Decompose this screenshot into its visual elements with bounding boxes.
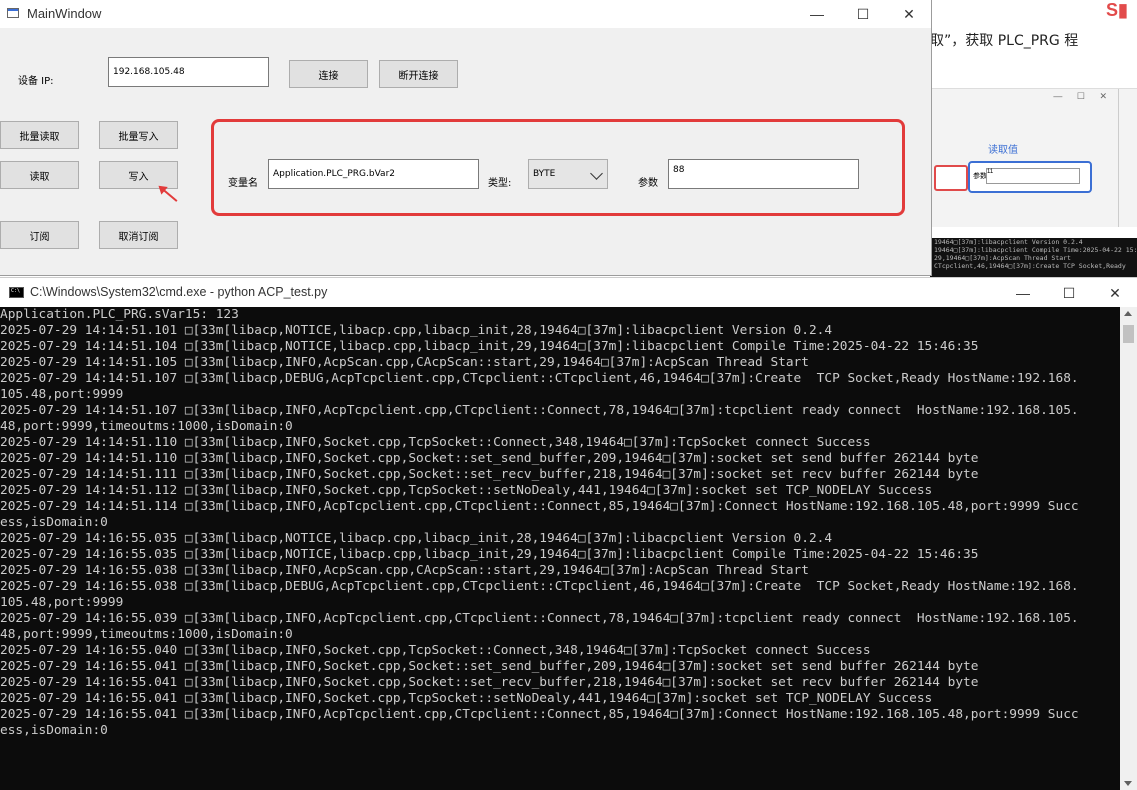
console-line: 2025-07-29 14:14:51.107 □[33m[libacp,DEB… — [0, 371, 1079, 386]
read-button[interactable]: 读取 — [0, 161, 79, 189]
console-titlebar[interactable]: C:\Windows\System32\cmd.exe - python ACP… — [0, 277, 1137, 307]
minimize-icon[interactable]: — — [794, 0, 840, 28]
maximize-icon[interactable]: ☐ — [840, 0, 886, 28]
thumb-blue-box: 参数 11 — [968, 161, 1092, 193]
console-line: ess,isDomain:0 — [0, 723, 108, 738]
background-screenshot-thumb: — ☐ ✕ 读取值 参数 11 — [930, 88, 1137, 227]
type-label: 类型: — [488, 178, 512, 189]
console-line: 2025-07-29 14:16:55.041 □[33m[libacp,INF… — [0, 691, 933, 706]
main-window-title: MainWindow — [27, 6, 102, 21]
console-line: 2025-07-29 14:16:55.041 □[33m[libacp,INF… — [0, 675, 979, 690]
thumb-param-field: 11 — [986, 168, 1080, 184]
background-doc-text: 取”，获取 PLC_PRG 程 — [930, 33, 1079, 49]
console-line: 2025-07-29 14:14:51.114 □[33m[libacp,INF… — [0, 499, 1079, 514]
console-line: 2025-07-29 14:14:51.101 □[33m[libacp,NOT… — [0, 323, 833, 338]
main-window: MainWindow — ☐ ✕ 设备 IP: 192.168.105.48 连… — [0, 0, 932, 276]
mini-console-line: 19464□[37m]:libacpclient Compile Time:20… — [934, 246, 1137, 254]
device-ip-label: 设备 IP: — [18, 76, 54, 87]
console-line: 2025-07-29 14:14:51.112 □[33m[libacp,INF… — [0, 483, 933, 498]
console-line: 2025-07-29 14:14:51.111 □[33m[libacp,INF… — [0, 467, 979, 482]
thumb-param-label: 参数 — [973, 173, 987, 180]
disconnect-button[interactable]: 断开连接 — [379, 60, 458, 88]
console-line: 48,port:9999,timeoutms:1000,isDomain:0 — [0, 419, 293, 434]
device-ip-input[interactable]: 192.168.105.48 — [108, 57, 269, 87]
console-line: 2025-07-29 14:14:51.110 □[33m[libacp,INF… — [0, 435, 871, 450]
mini-console-line: 19464□[37m]:libacpclient Version 0.2.4 — [934, 238, 1083, 246]
console-output[interactable]: Application.PLC_PRG.sVar15: 123 2025-07-2… — [0, 307, 1120, 790]
console-line: 2025-07-29 14:14:51.110 □[33m[libacp,INF… — [0, 451, 979, 466]
console-window: C:\Windows\System32\cmd.exe - python ACP… — [0, 277, 1137, 790]
console-line: 2025-07-29 14:16:55.035 □[33m[libacp,NOT… — [0, 547, 979, 562]
console-line: 2025-07-29 14:16:55.038 □[33m[libacp,INF… — [0, 563, 809, 578]
batch-read-button[interactable]: 批量读取 — [0, 121, 79, 149]
var-name-input[interactable]: Application.PLC_PRG.bVar2 — [268, 159, 479, 189]
console-line: 2025-07-29 14:14:51.104 □[33m[libacp,NOT… — [0, 339, 979, 354]
scroll-down-icon[interactable] — [1124, 781, 1132, 786]
console-line: 2025-07-29 14:16:55.035 □[33m[libacp,NOT… — [0, 531, 833, 546]
subscribe-button[interactable]: 订阅 — [0, 221, 79, 249]
unsubscribe-button[interactable]: 取消订阅 — [99, 221, 178, 249]
thumb-window-controls: — ☐ ✕ — [1053, 91, 1113, 101]
console-line: 2025-07-29 14:16:55.041 □[33m[libacp,INF… — [0, 659, 979, 674]
param-input[interactable]: 88 — [668, 159, 859, 189]
type-select-value: BYTE — [533, 169, 556, 179]
param-label: 参数 — [638, 178, 658, 189]
close-icon[interactable]: ✕ — [886, 0, 932, 28]
console-line: 2025-07-29 14:16:55.040 □[33m[libacp,INF… — [0, 643, 871, 658]
console-title: C:\Windows\System32\cmd.exe - python ACP… — [30, 285, 328, 299]
app-window-icon — [7, 8, 19, 18]
type-select[interactable]: BYTE — [528, 159, 608, 189]
main-window-titlebar[interactable]: MainWindow — ☐ ✕ — [0, 0, 931, 28]
brand-logo: S▮ — [1106, 0, 1128, 20]
scroll-up-icon[interactable] — [1124, 311, 1132, 316]
scrollbar-thumb[interactable] — [1123, 325, 1134, 343]
thumb-divider — [1118, 89, 1119, 227]
console-line: 48,port:9999,timeoutms:1000,isDomain:0 — [0, 627, 293, 642]
mini-console-line: 29,19464□[37m]:AcpScan Thread Start — [934, 254, 1071, 262]
chevron-down-icon — [590, 167, 603, 180]
console-line: 2025-07-29 14:14:51.107 □[33m[libacp,INF… — [0, 403, 1079, 418]
mini-console-line: CTcpclient,46,19464□[37m]:Create TCP Soc… — [934, 262, 1126, 270]
console-line: 2025-07-29 14:16:55.041 □[33m[libacp,INF… — [0, 707, 1079, 722]
console-line: ess,isDomain:0 — [0, 515, 108, 530]
console-close-icon[interactable]: ✕ — [1092, 278, 1137, 308]
console-maximize-icon[interactable]: ☐ — [1046, 278, 1092, 308]
console-line: 105.48,port:9999 — [0, 595, 124, 610]
console-line: 2025-07-29 14:16:55.038 □[33m[libacp,DEB… — [0, 579, 1079, 594]
console-line: 2025-07-29 14:16:55.039 □[33m[libacp,INF… — [0, 611, 1079, 626]
cmd-icon — [9, 287, 24, 298]
thumb-read-label: 读取值 — [988, 145, 1018, 156]
var-name-label: 变量名 — [228, 178, 258, 189]
console-line: 2025-07-29 14:14:51.105 □[33m[libacp,INF… — [0, 355, 809, 370]
console-line: 105.48,port:9999 — [0, 387, 124, 402]
console-minimize-icon[interactable]: — — [1000, 278, 1046, 308]
console-scrollbar[interactable] — [1120, 307, 1137, 790]
thumb-red-box — [934, 165, 968, 191]
console-line: Application.PLC_PRG.sVar15: 123 — [0, 307, 239, 322]
connect-button[interactable]: 连接 — [289, 60, 368, 88]
batch-write-button[interactable]: 批量写入 — [99, 121, 178, 149]
background-mini-console: 19464□[37m]:libacpclient Version 0.2.4 1… — [930, 238, 1137, 278]
